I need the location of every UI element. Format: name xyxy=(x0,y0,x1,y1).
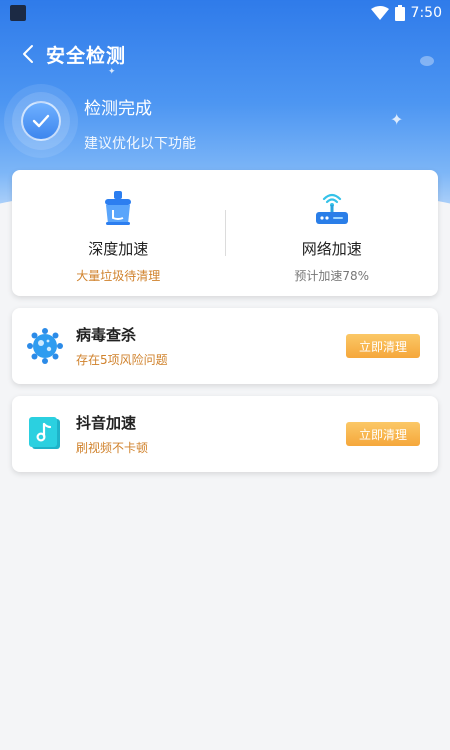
status-bar: 7:50 xyxy=(0,0,450,26)
top-bar: 安全检测 xyxy=(0,36,450,72)
feature-subtitle: 预计加速78% xyxy=(294,269,370,283)
virus-icon xyxy=(27,328,63,364)
battery-icon xyxy=(394,5,405,21)
scan-status-subtitle: 建议优化以下功能 xyxy=(84,136,196,152)
wifi-icon xyxy=(370,6,389,20)
feature-network-speed[interactable]: 网络加速 预计加速78% xyxy=(226,170,439,296)
music-note-icon xyxy=(29,417,60,449)
list-item-title: 抖音加速 xyxy=(76,414,137,432)
feature-title: 网络加速 xyxy=(301,240,362,258)
list-item-subtitle: 存在5项风险问题 xyxy=(76,353,168,367)
clean-now-button[interactable]: 立即清理 xyxy=(346,334,420,358)
sparkle-icon: ✦ xyxy=(108,67,116,77)
page-title: 安全检测 xyxy=(46,44,127,67)
hero-text: 检测完成 建议优化以下功能 xyxy=(84,94,196,153)
feature-subtitle: 大量垃圾待清理 xyxy=(76,269,161,283)
notification-icon xyxy=(10,5,26,21)
list-item-virus-scan[interactable]: 病毒查杀 存在5项风险问题 立即清理 xyxy=(12,308,438,384)
clean-now-button[interactable]: 立即清理 xyxy=(346,422,420,446)
scan-status-title: 检测完成 xyxy=(84,99,152,119)
list-item-subtitle: 刷视频不卡顿 xyxy=(76,441,149,455)
list-item-title: 病毒查杀 xyxy=(76,326,137,344)
list-item-douyin-speed[interactable]: 抖音加速 刷视频不卡顿 立即清理 xyxy=(12,396,438,472)
decorative-bubble xyxy=(420,56,434,66)
sparkle-icon: ✦ xyxy=(390,110,404,129)
feature-title: 深度加速 xyxy=(88,240,149,258)
router-icon xyxy=(315,193,348,224)
broom-icon xyxy=(105,191,132,225)
scan-complete-badge xyxy=(12,92,70,150)
status-time: 7:50 xyxy=(410,5,442,21)
feature-deep-speed[interactable]: 深度加速 大量垃圾待清理 xyxy=(12,170,225,296)
back-arrow-icon[interactable] xyxy=(16,42,40,66)
feature-card: 深度加速 大量垃圾待清理 网络加速 预计加速78% xyxy=(12,170,438,296)
check-icon xyxy=(32,114,50,128)
